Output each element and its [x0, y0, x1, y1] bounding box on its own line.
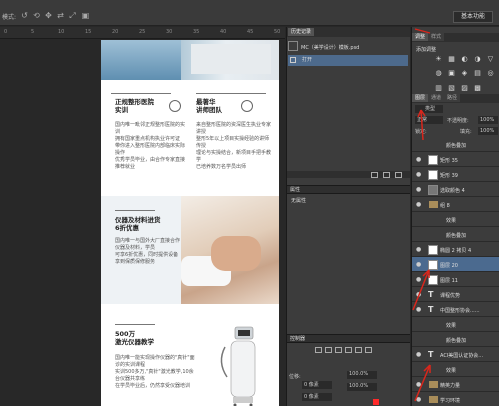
undo-icon[interactable]: ⟲ [32, 11, 41, 20]
block2-title: 仪器及材料进货 6折优惠 [115, 216, 161, 232]
ruler-tick: 0 [4, 29, 8, 35]
block2-text: 国内唯一与国外大厂直接合作仪器及材料，学员 可享6折优惠，同时提供设备 享到保质… [115, 238, 181, 265]
ruler-tick: 10 [58, 29, 65, 35]
history-footer [287, 171, 410, 178]
snapshot-name[interactable]: MC（美学设计）模板.psd [301, 44, 359, 51]
workspace-select[interactable]: 基本功能 [453, 11, 493, 23]
history-row[interactable]: 打开 [288, 55, 408, 66]
scale-icon[interactable]: ⤢ [68, 11, 77, 20]
y-field[interactable]: 0 像素 [302, 393, 332, 401]
ruler-tick: 30 [166, 29, 173, 35]
ruler-tick: 35 [193, 29, 200, 35]
block1-left-list: 国内唯一毗邻正规整形医院的实训 拥有国家重点机构执业许可证 带你进入整形医院内部… [115, 122, 186, 170]
doctor-photo [101, 40, 279, 80]
ruler-tick: 50 [274, 29, 281, 35]
offset-y-field[interactable]: 100.0% [347, 383, 377, 391]
mode-label: 模式: [2, 14, 17, 21]
rotate-icon[interactable]: ↺ [20, 11, 29, 20]
hospital-icon [169, 100, 181, 112]
annotation-arrows [412, 28, 431, 402]
block3-title: 500万 激光仪器教学 [115, 330, 154, 346]
divider [111, 93, 171, 94]
block3-list: 国内唯一能实现操作仪器的"真针"面诊的实训课程 实训500多万,"真针"激光教学… [115, 355, 195, 389]
divider [115, 324, 155, 325]
tab-history[interactable]: 历史记录 [288, 28, 315, 36]
history-properties-column: 历史记录 MC（美学设计）模板.psd 打开 属性 无属性 控制器 位移: 10… [286, 27, 410, 406]
drag-icon[interactable]: ✥ [44, 11, 53, 20]
hands-photo [181, 196, 279, 304]
ruler-tick: 15 [85, 29, 92, 35]
horizontal-ruler: 0 5 10 15 20 25 30 35 40 45 50 [0, 27, 285, 39]
properties-empty: 无属性 [291, 198, 307, 204]
block1-right-list: 来自整形医院的资深医生执业专家讲授 整形5年以上项目实操经验的讲师传授 理论与实… [196, 122, 272, 170]
align-center-icon[interactable] [325, 347, 332, 353]
align-left-icon[interactable] [315, 347, 322, 353]
ruler-tick: 25 [139, 29, 146, 35]
align-middle-icon[interactable] [355, 347, 362, 353]
laser-machine-image [220, 326, 256, 406]
ruler-tick: 40 [220, 29, 227, 35]
ruler-tick: 5 [31, 29, 35, 35]
block1-left-title: 正规整形医院 实训 [115, 98, 154, 114]
document-page[interactable]: 正规整形医院 实训 国内唯一毗邻正规整形医院的实训 拥有国家重点机构执业许可证 带… [101, 40, 279, 406]
snapshot-thumb [288, 41, 298, 51]
offset-x-field[interactable]: 100.0% [347, 371, 377, 379]
properties-header[interactable]: 属性 [287, 185, 410, 194]
move-icon[interactable]: ⇄ [56, 11, 65, 20]
camera-icon[interactable]: ▣ [81, 11, 90, 20]
ruler-tick: 20 [112, 29, 119, 35]
align-right-icon[interactable] [335, 347, 342, 353]
control-header[interactable]: 控制器 [287, 334, 410, 343]
snapshot-icon[interactable] [383, 172, 390, 178]
align-top-icon[interactable] [345, 347, 352, 353]
ruler-tick: 45 [247, 29, 254, 35]
history-tabbar: 历史记录 [287, 27, 410, 37]
x-field[interactable]: 0 像素 [302, 381, 332, 389]
align-bottom-icon[interactable] [365, 347, 372, 353]
teacher-icon [241, 100, 253, 112]
divider [196, 93, 266, 94]
alignment-buttons [315, 347, 385, 359]
new-doc-icon[interactable] [371, 172, 378, 178]
options-bar: 模式: ↺ ⟲ ✥ ⇄ ⤢ ▣ 基本功能 [0, 0, 499, 26]
color-swatch[interactable] [373, 399, 379, 405]
offset-label: 位移: [289, 374, 301, 380]
divider [115, 210, 155, 211]
open-icon [290, 57, 296, 63]
